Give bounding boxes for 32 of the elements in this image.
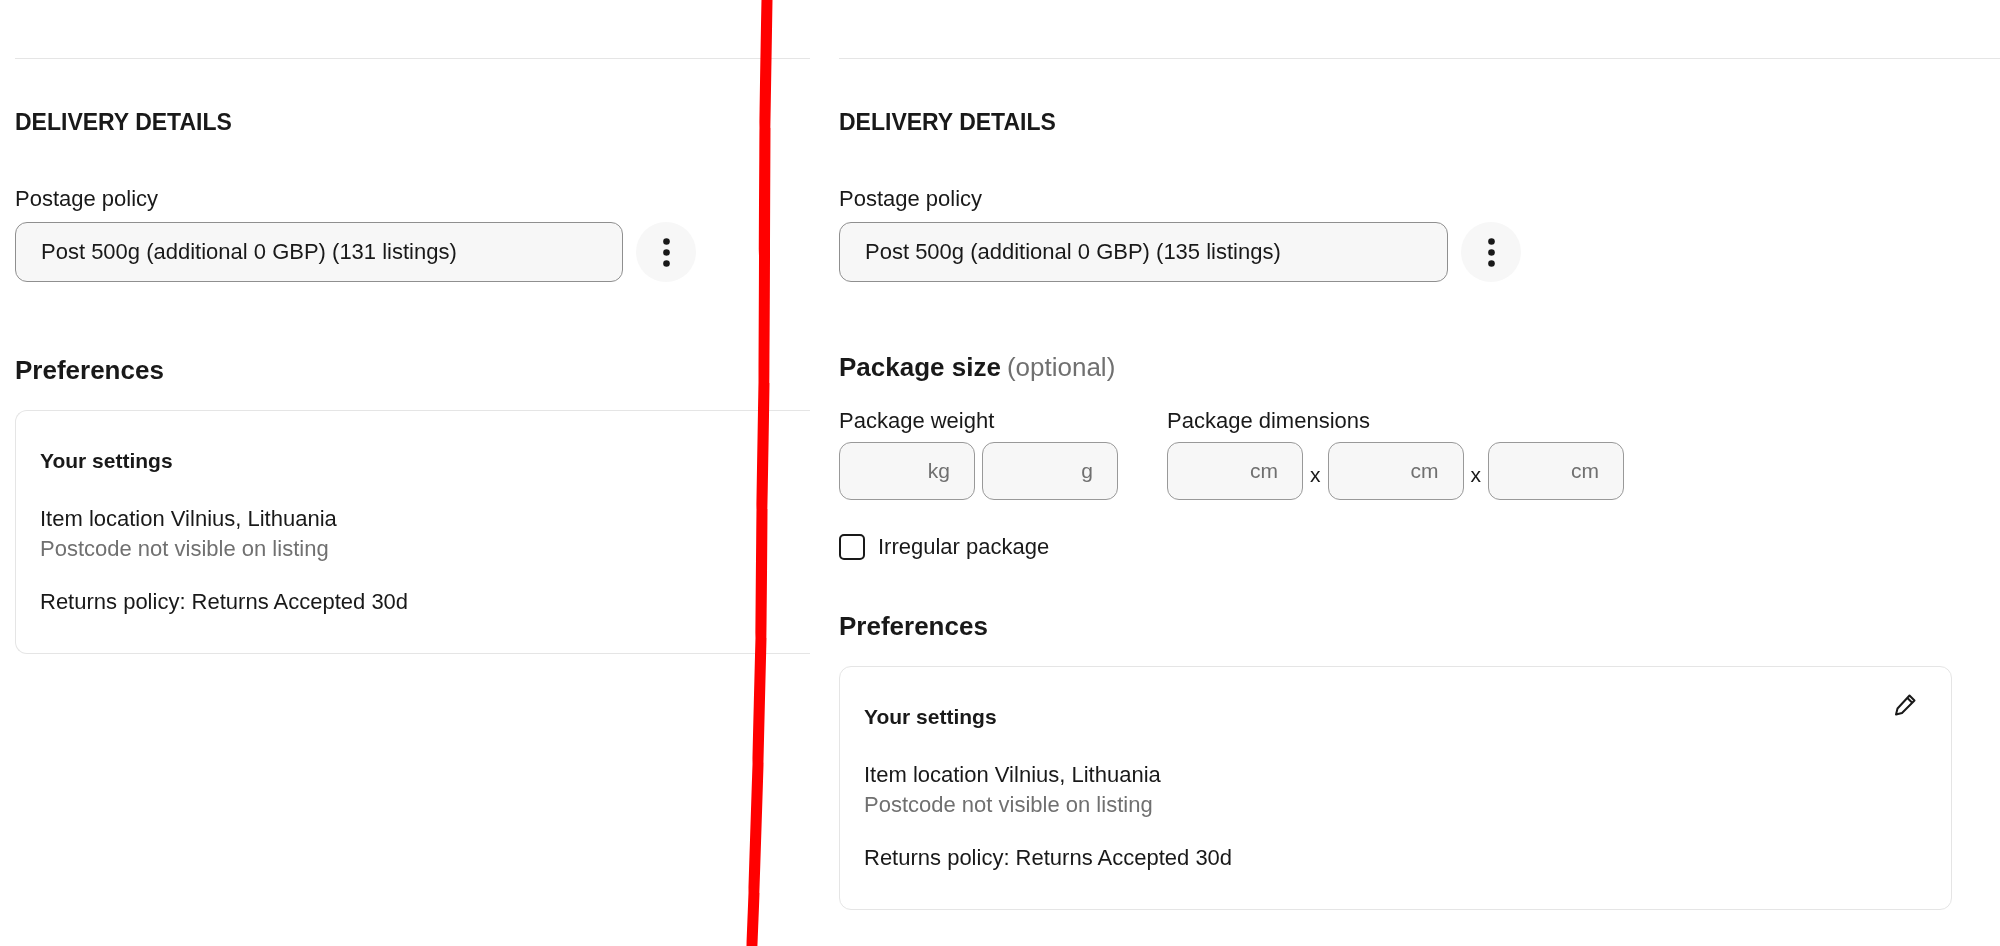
field-label: Postage policy <box>839 186 983 212</box>
field-label: Package weight <box>839 408 995 434</box>
postage-policy-select[interactable]: Post 500g (additional 0 GBP) (135 listings) <box>839 222 1448 282</box>
kebab-menu-icon <box>662 237 670 267</box>
pencil-icon[interactable] <box>1894 692 1918 716</box>
checkbox[interactable] <box>839 534 865 560</box>
returns-policy-text: Returns policy: Returns Accepted 30d <box>40 588 409 616</box>
section-heading: DELIVERY DETAILS <box>15 108 232 136</box>
weight-field[interactable]: g <box>982 442 1118 500</box>
card-title: Your settings <box>40 448 173 474</box>
field-label: Postage policy <box>15 186 159 212</box>
postage-policy-select[interactable]: Post 500g (additional 0 GBP) (131 listings) <box>15 222 623 282</box>
times-sign: x <box>1470 462 1481 485</box>
dimension-field[interactable]: cm <box>1488 442 1624 500</box>
returns-policy-text: Returns policy: Returns Accepted 30d <box>864 844 1233 872</box>
subsection-heading: Preferences <box>15 355 164 385</box>
field-label: Package dimensions <box>1167 408 1370 434</box>
subsection-heading: Preferences <box>839 611 988 641</box>
subsection-heading: Package size <box>839 352 1001 382</box>
postcode-note: Postcode not visible on listing <box>864 791 1153 819</box>
item-location-text: Item location Vilnius, Lithuania <box>864 761 1161 789</box>
postcode-note: Postcode not visible on listing <box>40 535 329 563</box>
dimension-field[interactable]: cm <box>1327 442 1464 500</box>
optional-note: (optional) <box>1006 352 1116 382</box>
item-location-text: Item location Vilnius, Lithuania <box>40 505 337 533</box>
weight-field[interactable]: kg <box>839 442 975 500</box>
kebab-menu-icon <box>1487 237 1495 267</box>
option-label[interactable]: Irregular package <box>878 534 1050 560</box>
dimension-field[interactable]: cm <box>1167 442 1303 500</box>
times-sign: x <box>1310 462 1321 485</box>
section-heading: DELIVERY DETAILS <box>839 108 1056 136</box>
card-title: Your settings <box>864 704 997 730</box>
